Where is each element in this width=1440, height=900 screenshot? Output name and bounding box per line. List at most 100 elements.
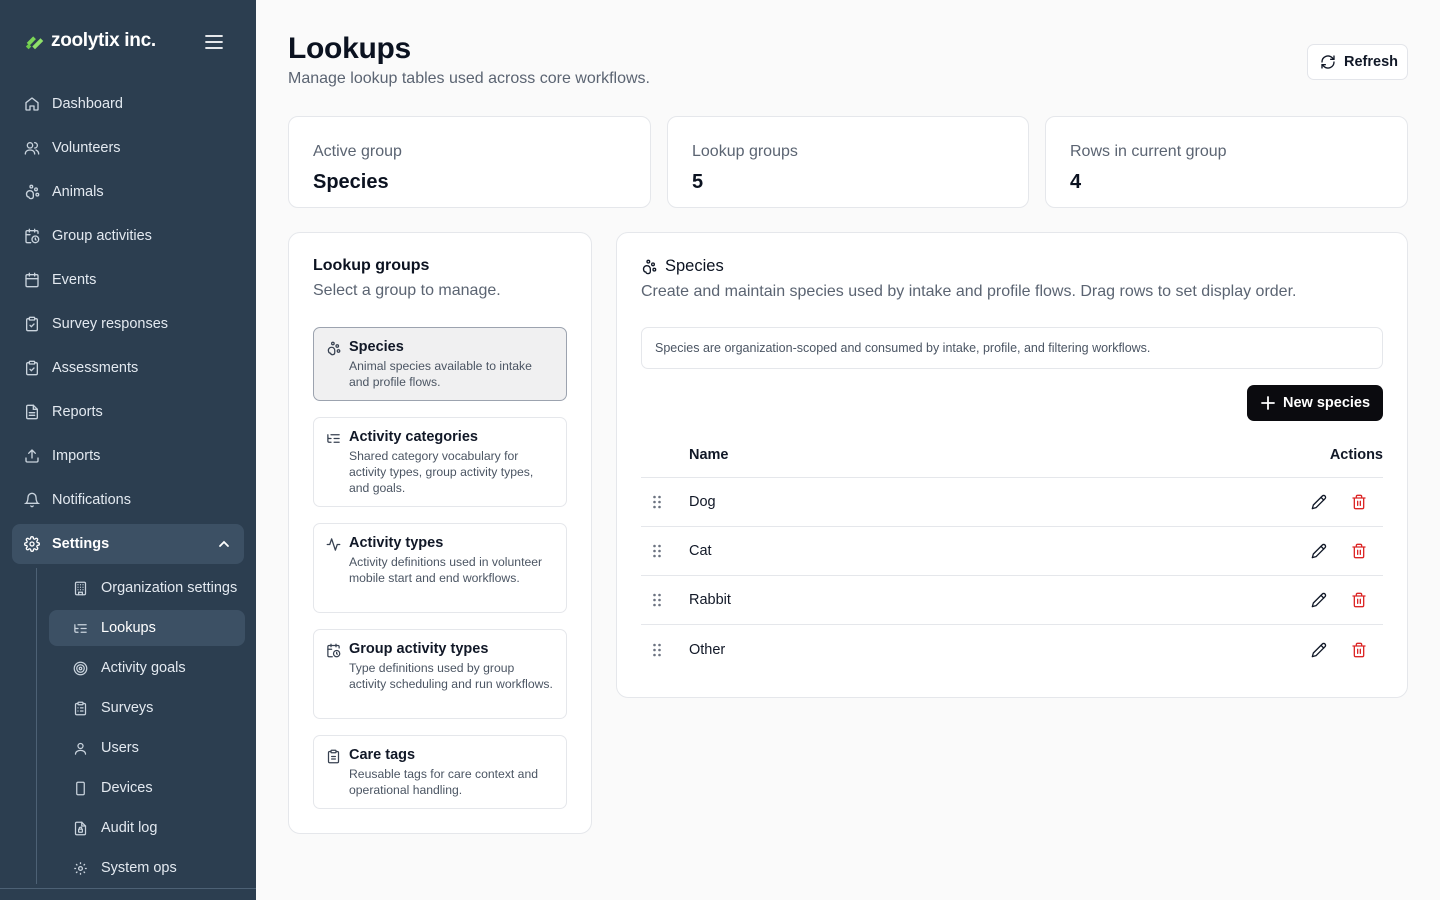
table-row[interactable]: Other — [641, 625, 1383, 674]
nav-item-group-activities[interactable]: Group activities — [12, 214, 244, 258]
subnav-item-audit-log[interactable]: Audit log — [49, 808, 245, 848]
group-item-title: Group activity types — [349, 641, 489, 657]
group-item-group-activity-types[interactable]: Group activity types Type definitions use… — [313, 629, 567, 719]
drag-handle-icon[interactable] — [652, 495, 662, 509]
bell-icon — [24, 492, 40, 508]
trash-icon[interactable] — [1351, 543, 1367, 559]
subnav-label: Organization settings — [101, 580, 238, 596]
file-lock-icon — [74, 821, 87, 835]
table-header: Name Actions — [641, 433, 1383, 478]
nav-item-animals[interactable]: Animals — [12, 170, 244, 214]
trash-icon[interactable] — [1351, 592, 1367, 608]
table-row[interactable]: Rabbit — [641, 576, 1383, 625]
subnav-label: Audit log — [101, 820, 158, 836]
building-icon — [74, 581, 87, 595]
nav-item-events[interactable]: Events — [12, 258, 244, 302]
table-row[interactable]: Dog — [641, 478, 1383, 527]
stat-value: 4 — [1070, 171, 1082, 193]
stat-label: Lookup groups — [692, 143, 798, 160]
nav-item-settings[interactable]: Settings — [12, 524, 244, 564]
group-item-title: Activity types — [349, 535, 444, 551]
row-name: Cat — [689, 543, 712, 559]
clipboard-list-icon — [74, 701, 87, 715]
paw-icon — [642, 259, 657, 274]
nav-item-volunteers[interactable]: Volunteers — [12, 126, 244, 170]
subnav-item-activity-goals[interactable]: Activity goals — [49, 648, 245, 688]
gear-icon — [74, 861, 87, 875]
activity-icon — [326, 538, 341, 551]
target-icon — [73, 661, 88, 675]
lookup-groups-card: Lookup groups Select a group to manage. … — [288, 232, 592, 834]
species-subtitle: Create and maintain species used by inta… — [641, 283, 1297, 300]
species-title-row: Species — [641, 257, 1383, 276]
new-species-label: New species — [1283, 395, 1371, 411]
stat-value: Species — [313, 171, 389, 193]
gear-icon — [24, 536, 40, 552]
column-header-name: Name — [689, 447, 729, 463]
pencil-icon[interactable] — [1311, 592, 1327, 608]
refresh-icon — [1321, 55, 1335, 69]
users-icon — [24, 142, 40, 155]
nav-item-survey-responses[interactable]: Survey responses — [12, 302, 244, 346]
group-item-desc: Reusable tags for care context and opera… — [349, 767, 539, 797]
new-species-button[interactable]: New species — [1247, 385, 1383, 421]
row-name: Other — [689, 641, 726, 658]
lookup-groups-title: Lookup groups — [313, 257, 430, 274]
clipboard-icon — [327, 749, 340, 764]
pencil-icon[interactable] — [1311, 494, 1327, 510]
stat-card-lookup-groups: Lookup groups 5 — [667, 116, 1029, 208]
hamburger-icon — [205, 35, 223, 49]
row-actions — [1311, 592, 1367, 608]
nav-item-assessments[interactable]: Assessments — [12, 346, 244, 390]
group-item-care-tags[interactable]: Care tags Reusable tags for care context … — [313, 735, 567, 809]
group-item-desc: Animal species available to intake and p… — [349, 359, 532, 389]
subnav-label: Surveys — [101, 700, 154, 716]
nav-label: Settings — [52, 536, 110, 552]
brand[interactable]: zoolytix inc. — [24, 28, 156, 54]
drag-handle-icon[interactable] — [652, 544, 662, 558]
subnav-item-lookups[interactable]: Lookups — [49, 610, 245, 646]
group-item-desc: Activity definitions used in volunteer m… — [349, 555, 543, 585]
home-icon — [25, 97, 39, 111]
refresh-button[interactable]: Refresh — [1307, 44, 1408, 80]
species-title: Species — [665, 257, 724, 275]
pencil-icon[interactable] — [1311, 642, 1327, 658]
subnav-item-users[interactable]: Users — [49, 728, 245, 768]
clipboard-check-icon — [26, 316, 38, 332]
page-title: Lookups — [288, 32, 411, 65]
nav-item-notifications[interactable]: Notifications — [12, 478, 244, 522]
calendar-clock-icon — [25, 228, 40, 244]
drag-handle-icon[interactable] — [652, 593, 662, 607]
pencil-icon[interactable] — [1311, 543, 1327, 559]
subnav-label: System ops — [101, 860, 177, 876]
nav-item-reports[interactable]: Reports — [12, 390, 244, 434]
subnav-item-system-ops[interactable]: System ops — [49, 848, 245, 888]
nav-item-imports[interactable]: Imports — [12, 434, 244, 478]
menu-toggle-button[interactable] — [202, 30, 226, 54]
group-item-species[interactable]: Species Animal species available to intak… — [313, 327, 567, 401]
subnav-label: Activity goals — [101, 660, 186, 676]
stat-label: Active group — [313, 143, 402, 160]
trash-icon[interactable] — [1351, 494, 1367, 510]
sidebar: zoolytix inc. Dashboard Volunteers Anima… — [0, 0, 256, 900]
row-actions — [1311, 642, 1367, 658]
nav-label: Group activities — [52, 228, 152, 244]
subnav-item-devices[interactable]: Devices — [49, 768, 245, 808]
clipboard-check-icon — [26, 360, 38, 376]
table-row[interactable]: Cat — [641, 527, 1383, 576]
brand-name: zoolytix inc. — [51, 30, 156, 51]
chevron-up-icon[interactable] — [218, 538, 230, 550]
settings-subnav: Organization settings Lookups Activity g… — [36, 568, 245, 884]
stat-value: 5 — [692, 171, 704, 193]
nav-item-dashboard[interactable]: Dashboard — [12, 82, 244, 126]
file-text-icon — [26, 404, 38, 420]
group-item-activity-categories[interactable]: Activity categories Shared category vocab… — [313, 417, 567, 507]
drag-handle-icon[interactable] — [652, 643, 662, 657]
subnav-item-surveys[interactable]: Surveys — [49, 688, 245, 728]
group-item-activity-types[interactable]: Activity types Activity definitions used … — [313, 523, 567, 613]
paw-icon — [327, 341, 341, 356]
stat-label: Rows in current group — [1070, 143, 1227, 160]
row-name: Dog — [689, 494, 716, 510]
trash-icon[interactable] — [1351, 642, 1367, 658]
subnav-item-organization-settings[interactable]: Organization settings — [49, 568, 245, 608]
